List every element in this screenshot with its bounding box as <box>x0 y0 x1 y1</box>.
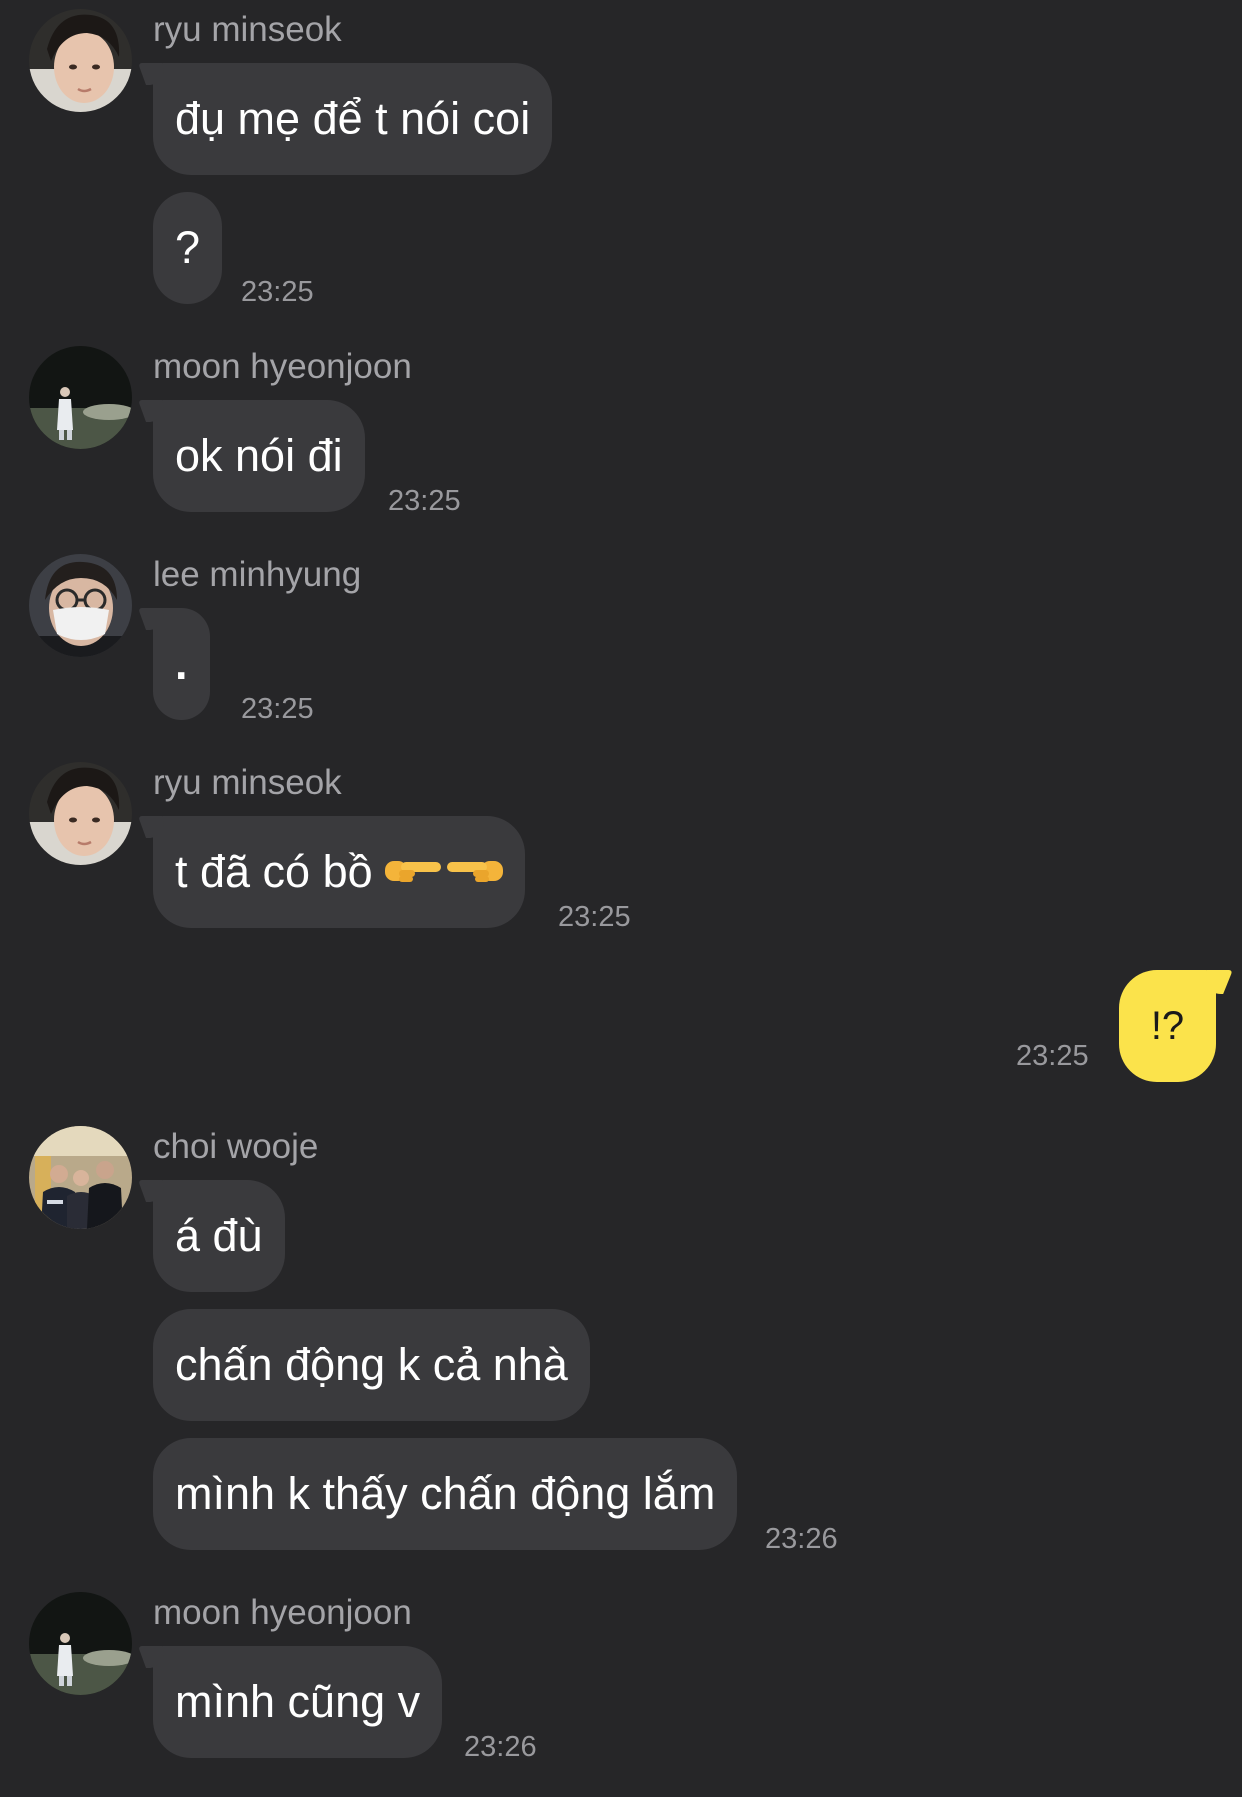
avatar-moon-hyeonjoon[interactable] <box>29 1592 132 1695</box>
sender-name: ryu minseok <box>153 763 342 802</box>
message-timestamp: 23:25 <box>241 693 314 725</box>
pointing-right-icon <box>384 816 443 928</box>
message-timestamp: 23:25 <box>558 901 631 933</box>
profile-photo-icon <box>29 9 132 112</box>
message-bubble[interactable]: ok nói đi <box>153 400 365 512</box>
message-bubble[interactable]: á đù <box>153 1180 285 1292</box>
sender-name: moon hyeonjoon <box>153 1593 412 1632</box>
message-bubble[interactable]: t đã có bồ <box>153 816 525 928</box>
message-timestamp: 23:25 <box>1016 1040 1089 1072</box>
sender-name: lee minhyung <box>153 555 362 594</box>
avatar-lee-minhyung[interactable] <box>29 554 132 657</box>
message-bubble[interactable]: . <box>153 608 210 720</box>
message-bubble[interactable]: đụ mẹ để t nói coi <box>153 63 553 175</box>
avatar-ryu-minseok[interactable] <box>29 762 132 865</box>
profile-photo-icon <box>29 1126 132 1229</box>
pointing-left-icon <box>445 816 503 928</box>
message-text: t đã có bồ <box>175 846 373 897</box>
message-timestamp: 23:26 <box>464 1731 537 1763</box>
my-message-bubble[interactable]: !? <box>1119 970 1216 1082</box>
avatar-choi-wooje[interactable] <box>29 1126 132 1229</box>
sender-name: choi wooje <box>153 1127 319 1166</box>
message-bubble[interactable]: mình k thấy chấn động lắm <box>153 1438 738 1550</box>
avatar-ryu-minseok[interactable] <box>29 9 132 112</box>
message-bubble[interactable]: ? <box>153 192 223 304</box>
profile-photo-icon <box>29 1592 132 1695</box>
avatar-moon-hyeonjoon[interactable] <box>29 346 132 449</box>
message-bubble[interactable]: mình cũng v <box>153 1646 443 1758</box>
chat-screen: { "colors": { "background": "#262628", "… <box>0 0 1242 1797</box>
message-timestamp: 23:25 <box>388 485 461 517</box>
sender-name: moon hyeonjoon <box>153 347 412 386</box>
message-timestamp: 23:25 <box>241 276 314 308</box>
profile-photo-icon <box>29 762 132 865</box>
message-bubble[interactable]: chấn động k cả nhà <box>153 1309 590 1421</box>
profile-photo-icon <box>29 554 132 657</box>
profile-photo-icon <box>29 346 132 449</box>
sender-name: ryu minseok <box>153 10 342 49</box>
message-timestamp: 23:26 <box>765 1523 838 1555</box>
